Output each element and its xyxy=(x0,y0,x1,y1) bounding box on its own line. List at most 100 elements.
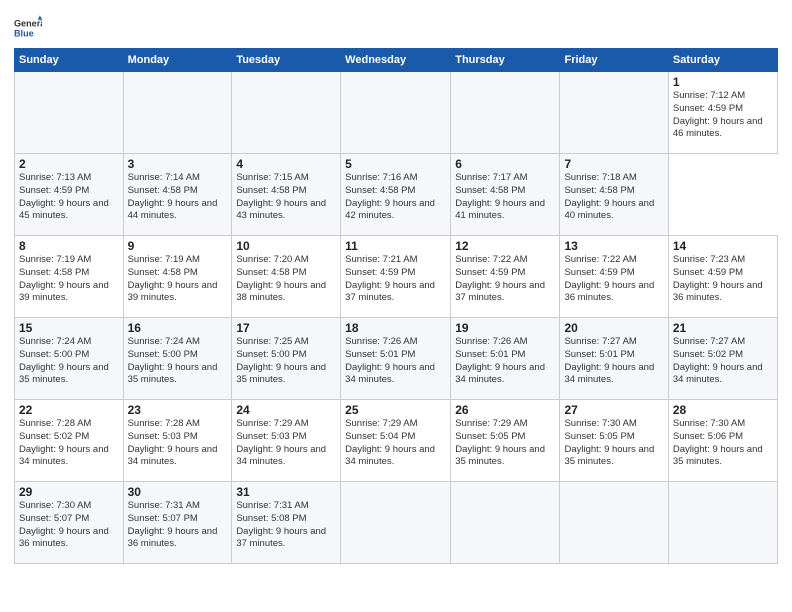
calendar-cell: 5Sunrise: 7:16 AMSunset: 4:58 PMDaylight… xyxy=(341,154,451,236)
day-info: Sunrise: 7:19 AMSunset: 4:58 PMDaylight:… xyxy=(19,254,119,305)
day-info: Sunrise: 7:23 AMSunset: 4:59 PMDaylight:… xyxy=(673,254,773,305)
calendar-cell: 23Sunrise: 7:28 AMSunset: 5:03 PMDayligh… xyxy=(123,400,232,482)
day-number: 21 xyxy=(673,321,773,335)
calendar-cell xyxy=(341,482,451,564)
day-info: Sunrise: 7:22 AMSunset: 4:59 PMDaylight:… xyxy=(455,254,555,305)
page: General Blue SundayMondayTuesdayWednesda… xyxy=(0,0,792,612)
weekday-header: Friday xyxy=(560,49,668,72)
calendar-cell: 11Sunrise: 7:21 AMSunset: 4:59 PMDayligh… xyxy=(341,236,451,318)
calendar-cell: 19Sunrise: 7:26 AMSunset: 5:01 PMDayligh… xyxy=(451,318,560,400)
calendar-cell: 8Sunrise: 7:19 AMSunset: 4:58 PMDaylight… xyxy=(15,236,124,318)
day-info: Sunrise: 7:19 AMSunset: 4:58 PMDaylight:… xyxy=(128,254,228,305)
calendar-cell: 10Sunrise: 7:20 AMSunset: 4:58 PMDayligh… xyxy=(232,236,341,318)
weekday-header: Saturday xyxy=(668,49,777,72)
calendar-week-row: 22Sunrise: 7:28 AMSunset: 5:02 PMDayligh… xyxy=(15,400,778,482)
day-info: Sunrise: 7:28 AMSunset: 5:02 PMDaylight:… xyxy=(19,418,119,469)
day-info: Sunrise: 7:24 AMSunset: 5:00 PMDaylight:… xyxy=(19,336,119,387)
day-info: Sunrise: 7:16 AMSunset: 4:58 PMDaylight:… xyxy=(345,172,446,223)
day-info: Sunrise: 7:21 AMSunset: 4:59 PMDaylight:… xyxy=(345,254,446,305)
day-info: Sunrise: 7:15 AMSunset: 4:58 PMDaylight:… xyxy=(236,172,336,223)
svg-text:General: General xyxy=(14,19,42,29)
calendar-cell xyxy=(15,72,124,154)
calendar-cell xyxy=(123,72,232,154)
day-info: Sunrise: 7:13 AMSunset: 4:59 PMDaylight:… xyxy=(19,172,119,223)
calendar-cell: 18Sunrise: 7:26 AMSunset: 5:01 PMDayligh… xyxy=(341,318,451,400)
calendar-cell: 6Sunrise: 7:17 AMSunset: 4:58 PMDaylight… xyxy=(451,154,560,236)
day-info: Sunrise: 7:29 AMSunset: 5:05 PMDaylight:… xyxy=(455,418,555,469)
day-info: Sunrise: 7:22 AMSunset: 4:59 PMDaylight:… xyxy=(564,254,663,305)
weekday-header: Wednesday xyxy=(341,49,451,72)
day-info: Sunrise: 7:30 AMSunset: 5:07 PMDaylight:… xyxy=(19,500,119,551)
day-info: Sunrise: 7:17 AMSunset: 4:58 PMDaylight:… xyxy=(455,172,555,223)
calendar-cell: 3Sunrise: 7:14 AMSunset: 4:58 PMDaylight… xyxy=(123,154,232,236)
day-info: Sunrise: 7:29 AMSunset: 5:03 PMDaylight:… xyxy=(236,418,336,469)
calendar-week-row: 29Sunrise: 7:30 AMSunset: 5:07 PMDayligh… xyxy=(15,482,778,564)
calendar-cell xyxy=(668,482,777,564)
day-number: 30 xyxy=(128,485,228,499)
day-number: 27 xyxy=(564,403,663,417)
calendar-cell: 21Sunrise: 7:27 AMSunset: 5:02 PMDayligh… xyxy=(668,318,777,400)
calendar-cell xyxy=(560,482,668,564)
day-info: Sunrise: 7:26 AMSunset: 5:01 PMDaylight:… xyxy=(455,336,555,387)
calendar-cell: 1Sunrise: 7:12 AMSunset: 4:59 PMDaylight… xyxy=(668,72,777,154)
weekday-header: Monday xyxy=(123,49,232,72)
logo: General Blue xyxy=(14,14,46,42)
calendar-cell: 28Sunrise: 7:30 AMSunset: 5:06 PMDayligh… xyxy=(668,400,777,482)
calendar-week-row: 8Sunrise: 7:19 AMSunset: 4:58 PMDaylight… xyxy=(15,236,778,318)
logo-icon: General Blue xyxy=(14,14,42,42)
day-number: 22 xyxy=(19,403,119,417)
calendar-cell: 31Sunrise: 7:31 AMSunset: 5:08 PMDayligh… xyxy=(232,482,341,564)
day-number: 12 xyxy=(455,239,555,253)
calendar-table: SundayMondayTuesdayWednesdayThursdayFrid… xyxy=(14,48,778,564)
day-number: 10 xyxy=(236,239,336,253)
calendar-cell: 29Sunrise: 7:30 AMSunset: 5:07 PMDayligh… xyxy=(15,482,124,564)
day-number: 28 xyxy=(673,403,773,417)
day-number: 23 xyxy=(128,403,228,417)
calendar-cell: 22Sunrise: 7:28 AMSunset: 5:02 PMDayligh… xyxy=(15,400,124,482)
day-info: Sunrise: 7:27 AMSunset: 5:02 PMDaylight:… xyxy=(673,336,773,387)
day-number: 16 xyxy=(128,321,228,335)
day-number: 26 xyxy=(455,403,555,417)
calendar-cell: 15Sunrise: 7:24 AMSunset: 5:00 PMDayligh… xyxy=(15,318,124,400)
calendar-cell: 30Sunrise: 7:31 AMSunset: 5:07 PMDayligh… xyxy=(123,482,232,564)
day-info: Sunrise: 7:24 AMSunset: 5:00 PMDaylight:… xyxy=(128,336,228,387)
calendar-week-row: 2Sunrise: 7:13 AMSunset: 4:59 PMDaylight… xyxy=(15,154,778,236)
calendar-cell xyxy=(232,72,341,154)
weekday-header: Tuesday xyxy=(232,49,341,72)
calendar-cell xyxy=(341,72,451,154)
day-number: 18 xyxy=(345,321,446,335)
calendar-cell xyxy=(451,482,560,564)
day-info: Sunrise: 7:31 AMSunset: 5:07 PMDaylight:… xyxy=(128,500,228,551)
day-info: Sunrise: 7:26 AMSunset: 5:01 PMDaylight:… xyxy=(345,336,446,387)
day-number: 14 xyxy=(673,239,773,253)
day-number: 24 xyxy=(236,403,336,417)
calendar-week-row: 1Sunrise: 7:12 AMSunset: 4:59 PMDaylight… xyxy=(15,72,778,154)
day-info: Sunrise: 7:18 AMSunset: 4:58 PMDaylight:… xyxy=(564,172,663,223)
day-number: 31 xyxy=(236,485,336,499)
day-info: Sunrise: 7:14 AMSunset: 4:58 PMDaylight:… xyxy=(128,172,228,223)
day-number: 29 xyxy=(19,485,119,499)
calendar-cell: 13Sunrise: 7:22 AMSunset: 4:59 PMDayligh… xyxy=(560,236,668,318)
calendar-cell: 7Sunrise: 7:18 AMSunset: 4:58 PMDaylight… xyxy=(560,154,668,236)
weekday-header: Sunday xyxy=(15,49,124,72)
weekday-header: Thursday xyxy=(451,49,560,72)
day-number: 17 xyxy=(236,321,336,335)
day-info: Sunrise: 7:28 AMSunset: 5:03 PMDaylight:… xyxy=(128,418,228,469)
calendar-week-row: 15Sunrise: 7:24 AMSunset: 5:00 PMDayligh… xyxy=(15,318,778,400)
calendar-cell: 14Sunrise: 7:23 AMSunset: 4:59 PMDayligh… xyxy=(668,236,777,318)
day-info: Sunrise: 7:25 AMSunset: 5:00 PMDaylight:… xyxy=(236,336,336,387)
calendar-header-row: SundayMondayTuesdayWednesdayThursdayFrid… xyxy=(15,49,778,72)
calendar-cell: 24Sunrise: 7:29 AMSunset: 5:03 PMDayligh… xyxy=(232,400,341,482)
day-number: 20 xyxy=(564,321,663,335)
calendar-cell: 4Sunrise: 7:15 AMSunset: 4:58 PMDaylight… xyxy=(232,154,341,236)
day-number: 3 xyxy=(128,157,228,171)
calendar-cell: 20Sunrise: 7:27 AMSunset: 5:01 PMDayligh… xyxy=(560,318,668,400)
day-info: Sunrise: 7:30 AMSunset: 5:06 PMDaylight:… xyxy=(673,418,773,469)
day-number: 15 xyxy=(19,321,119,335)
day-number: 11 xyxy=(345,239,446,253)
calendar-cell xyxy=(451,72,560,154)
day-number: 5 xyxy=(345,157,446,171)
calendar-cell: 16Sunrise: 7:24 AMSunset: 5:00 PMDayligh… xyxy=(123,318,232,400)
calendar-cell: 25Sunrise: 7:29 AMSunset: 5:04 PMDayligh… xyxy=(341,400,451,482)
day-info: Sunrise: 7:27 AMSunset: 5:01 PMDaylight:… xyxy=(564,336,663,387)
